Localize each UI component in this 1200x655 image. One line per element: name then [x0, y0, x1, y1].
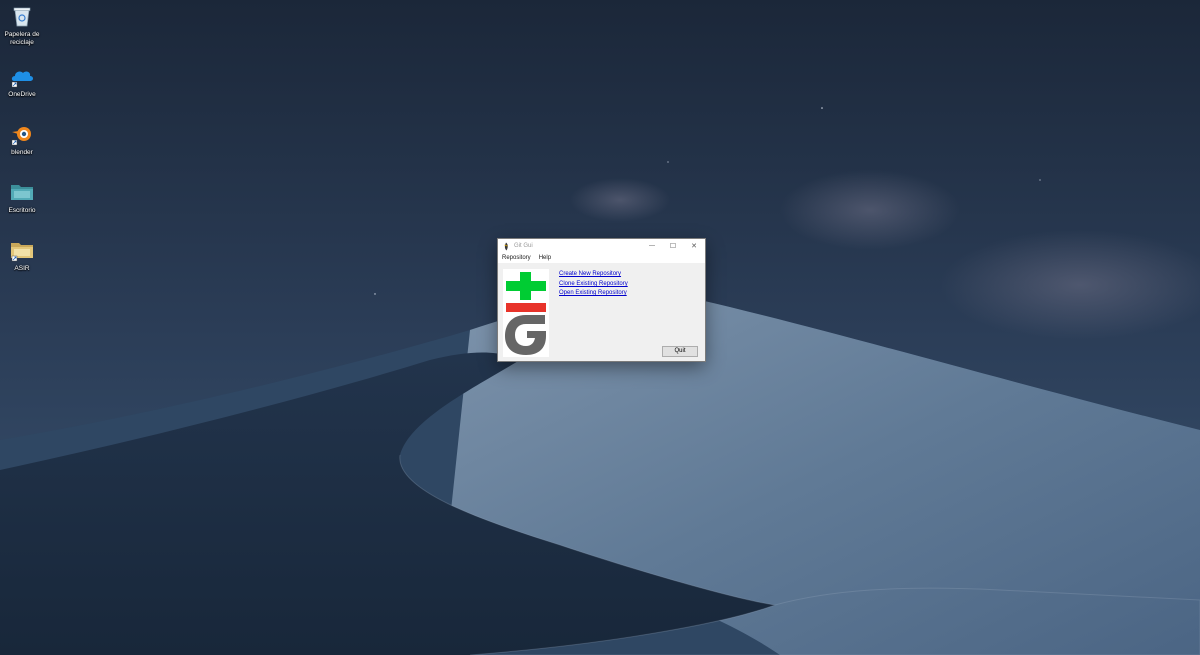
title-bar[interactable]: Git Gui — ☐ ✕	[498, 239, 705, 253]
clone-existing-repository-link[interactable]: Clone Existing Repository	[559, 281, 628, 287]
desktop-icon-label: ASIR	[14, 265, 30, 272]
quit-button[interactable]: Quit	[662, 346, 698, 357]
git-gui-logo	[503, 269, 549, 357]
desktop-icon-escritorio[interactable]: Escritorio	[0, 180, 44, 215]
git-gui-window[interactable]: Git Gui — ☐ ✕ Repository Help Create New…	[498, 239, 705, 361]
close-button[interactable]: ✕	[683, 239, 705, 253]
onedrive-cloud-icon	[9, 64, 35, 88]
maximize-icon: ☐	[669, 243, 677, 250]
open-existing-repository-link[interactable]: Open Existing Repository	[559, 290, 627, 296]
recycle-bin-icon	[9, 4, 35, 28]
desktop-icon-asir[interactable]: ASIR	[0, 238, 44, 273]
desktop-icon-label: blender	[11, 149, 33, 156]
desktop: Papelera de reciclaje OneDrive blender E…	[0, 0, 1200, 655]
menu-help[interactable]: Help	[538, 255, 552, 261]
git-gui-feather-icon	[504, 242, 508, 250]
blender-icon	[9, 122, 35, 146]
close-icon: ✕	[691, 243, 697, 250]
git-gui-choose-repository-panel: Create New Repository Clone Existing Rep…	[498, 264, 705, 361]
minimize-icon: —	[649, 243, 655, 249]
maximize-button[interactable]: ☐	[662, 239, 684, 253]
window-title: Git Gui	[514, 243, 533, 249]
desktop-icon-blender[interactable]: blender	[0, 122, 44, 157]
desktop-icon-label: Escritorio	[8, 207, 36, 214]
desktop-icon-label: OneDrive	[8, 91, 36, 98]
minimize-button[interactable]: —	[641, 239, 663, 253]
folder-icon	[9, 238, 35, 262]
desktop-icon-recycle-bin[interactable]: Papelera de reciclaje	[0, 4, 44, 47]
menu-repository[interactable]: Repository	[501, 255, 532, 261]
desktop-icon-onedrive[interactable]: OneDrive	[0, 64, 44, 99]
desktop-icon-label: Papelera de reciclaje	[4, 31, 40, 46]
folder-icon	[9, 180, 35, 204]
create-new-repository-link[interactable]: Create New Repository	[559, 271, 621, 277]
menu-bar: Repository Help	[498, 253, 705, 264]
